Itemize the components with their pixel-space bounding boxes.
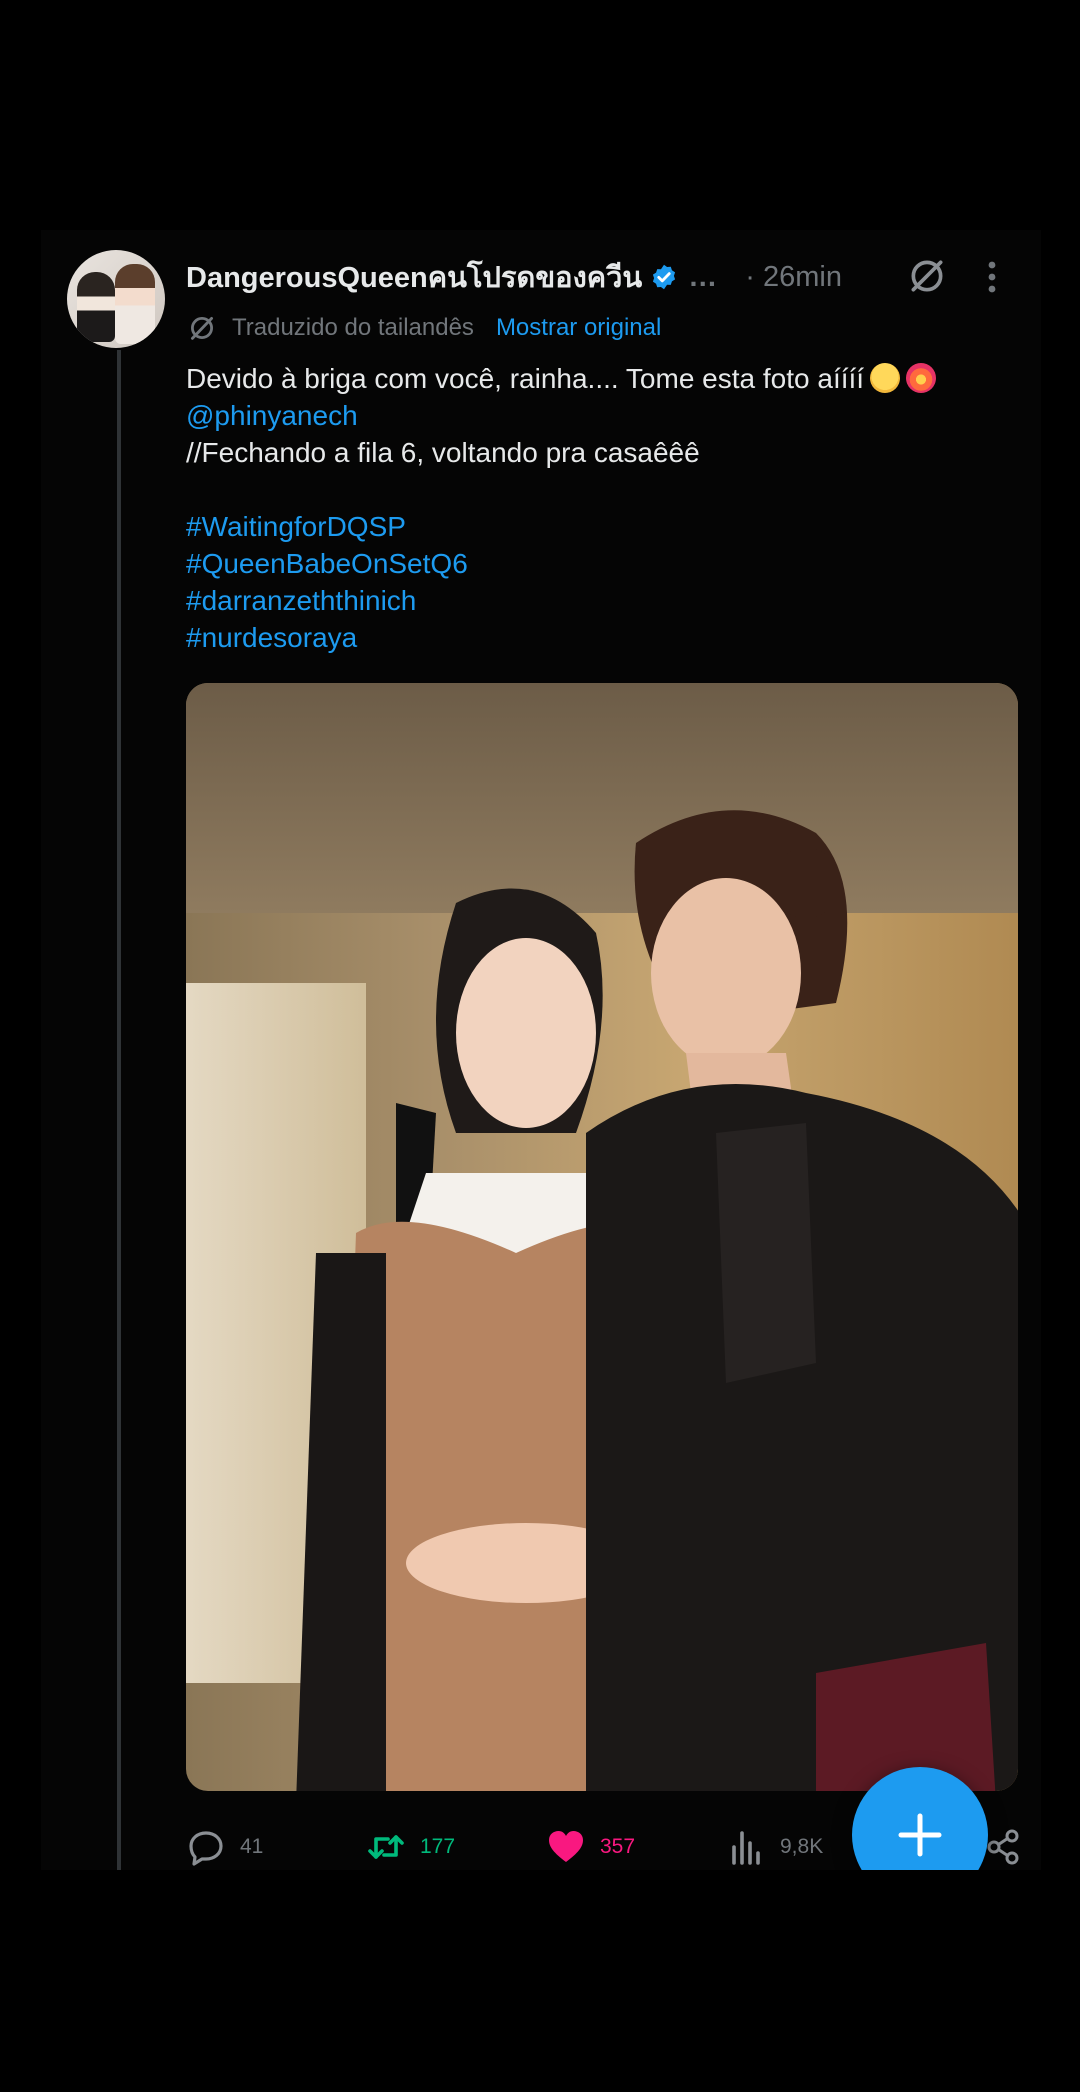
- timestamp[interactable]: · 26min: [745, 261, 842, 294]
- translation-label: Traduzido do tailandês: [232, 314, 474, 341]
- avatar-person-right: [115, 264, 155, 344]
- heart-icon: [549, 1831, 583, 1862]
- tweet-card[interactable]: DangerousQueenคนโปรดของควีน … · 26min Tr…: [41, 230, 1041, 1870]
- hashtag-link[interactable]: #darranzeththinich: [186, 582, 1026, 619]
- display-name[interactable]: DangerousQueenคนโปรดของควีน: [186, 254, 642, 300]
- time-value: 26min: [762, 260, 842, 293]
- reply-count: 41: [240, 1835, 264, 1858]
- text-line: Devido à briga com você, rainha.... Tome…: [186, 360, 1026, 397]
- translate-icon: [191, 317, 213, 340]
- photo-person-right: [586, 810, 1018, 1791]
- text-line-1: Devido à briga com você, rainha.... Tome…: [186, 363, 865, 394]
- time-separator: ·: [745, 260, 755, 293]
- avatar-person-left: [77, 272, 115, 342]
- text-line-2: //Fechando a fila 6, voltando pra casaêê…: [186, 437, 700, 468]
- mention-link[interactable]: @phinyanech: [186, 397, 1026, 434]
- views-button[interactable]: 9,8K: [726, 1825, 823, 1869]
- thread-line: [117, 350, 121, 1870]
- tweet-text: Devido à briga com você, rainha.... Tome…: [186, 360, 1026, 656]
- share-icon[interactable]: [986, 1829, 1022, 1865]
- tweet-header: DangerousQueenคนโปรดของควีน … · 26min: [186, 252, 842, 302]
- show-original-link[interactable]: Mostrar original: [496, 314, 661, 342]
- dizzy-face-emoji-icon: [870, 363, 901, 393]
- retweet-count: 177: [420, 1835, 456, 1858]
- heart-on-fire-emoji-icon: [906, 363, 937, 393]
- hashtag-link[interactable]: #WaitingforDQSP: [186, 508, 1026, 545]
- tweet-photo[interactable]: [186, 683, 1018, 1791]
- hashtag-link[interactable]: #QueenBabeOnSetQ6: [186, 545, 1026, 582]
- like-count: 357: [600, 1835, 636, 1858]
- name-truncation: …: [688, 260, 718, 293]
- screen: DangerousQueenคนโปรดของควีน … · 26min Tr…: [0, 0, 1080, 1870]
- more-icon[interactable]: [986, 260, 998, 294]
- plus-icon: [898, 1813, 942, 1857]
- retweet-button[interactable]: 177: [366, 1825, 455, 1869]
- grok-icon[interactable]: [906, 255, 948, 297]
- avatar[interactable]: [67, 250, 165, 348]
- translation-row: Traduzido do tailandês Mostrar original: [186, 308, 661, 348]
- hashtag-link[interactable]: #nurdesoraya: [186, 619, 1026, 656]
- reply-icon: [189, 1831, 223, 1866]
- views-count: 9,8K: [780, 1835, 824, 1858]
- verified-badge-icon: [653, 264, 676, 290]
- reply-button[interactable]: 41: [186, 1825, 263, 1869]
- like-button[interactable]: 357: [546, 1825, 635, 1869]
- views-icon: [732, 1831, 760, 1865]
- retweet-icon: [368, 1835, 404, 1859]
